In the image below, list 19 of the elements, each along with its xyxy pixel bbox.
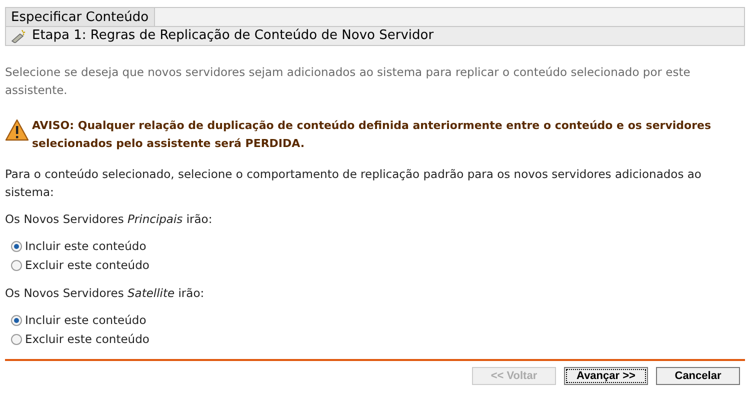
warning-icon <box>5 119 29 141</box>
wizard-button[interactable]: Avançar >> <box>564 367 648 385</box>
wand-icon <box>11 30 26 42</box>
radio-button[interactable] <box>11 315 22 326</box>
warning-text: AVISO: Qualquer relação de duplicação de conteúdo definida anteriormente entre o conteúdo e os servidores selecionados pelo assistente será PERDIDA. <box>32 118 712 152</box>
description-text: Selecione se deseja que novos servidores sejam adicionados ao sistema para replicar o conteúdo selecionado por este assistente. <box>5 64 692 99</box>
option-label: Incluir este conteúdo <box>25 312 146 329</box>
instruction-text: Para o conteúdo selecionado, selecione o comportamento de replicação padrão para os novos servidores adicionados ao sistema: <box>5 166 702 201</box>
step-title: Etapa 1: Regras de Replicação de Conteúdo de Novo Servidor <box>32 27 434 46</box>
wizard-button[interactable]: Cancelar <box>656 367 740 385</box>
option-label: Excluir este conteúdo <box>25 330 150 348</box>
group-label: Os Novos Servidores Satellite irão: <box>5 285 206 302</box>
option-label: Incluir este conteúdo <box>25 238 146 255</box>
radio-button[interactable] <box>11 260 22 271</box>
option-label: Excluir este conteúdo <box>25 256 150 274</box>
radio-button[interactable] <box>11 334 22 345</box>
window-title: Especificar Conteúdo <box>5 7 155 26</box>
group-label: Os Novos Servidores Principais irão: <box>5 211 214 228</box>
radio-button[interactable] <box>11 241 22 252</box>
